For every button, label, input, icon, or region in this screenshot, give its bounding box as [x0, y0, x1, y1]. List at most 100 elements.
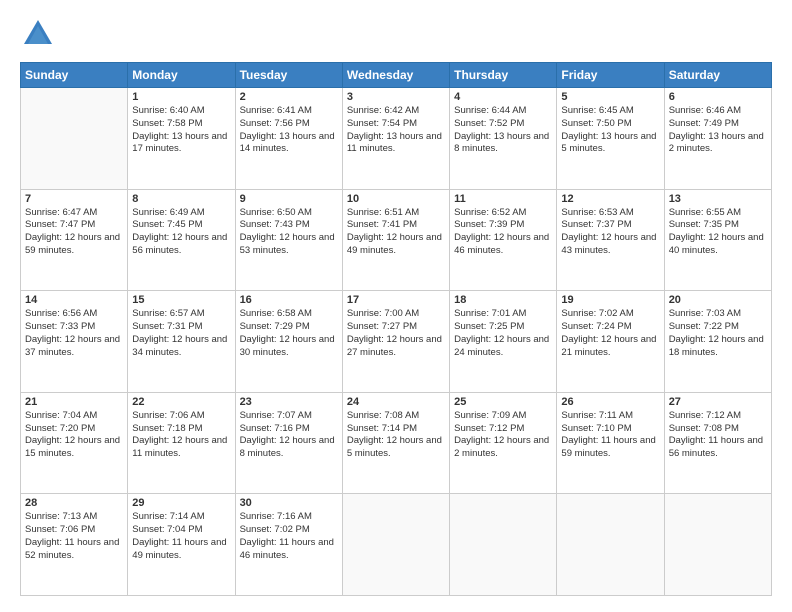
- week-row-0: 1 Sunrise: 6:40 AMSunset: 7:58 PMDaylight…: [21, 88, 772, 190]
- week-row-4: 28 Sunrise: 7:13 AMSunset: 7:06 PMDayligh…: [21, 494, 772, 596]
- day-number: 15: [132, 294, 230, 306]
- day-number: 1: [132, 91, 230, 103]
- day-info: Sunrise: 6:50 AMSunset: 7:43 PMDaylight:…: [240, 207, 338, 258]
- day-number: 26: [561, 396, 659, 408]
- day-cell: 9 Sunrise: 6:50 AMSunset: 7:43 PMDaylight…: [235, 189, 342, 291]
- day-info: Sunrise: 7:16 AMSunset: 7:02 PMDaylight:…: [240, 511, 338, 562]
- day-cell: [664, 494, 771, 596]
- day-number: 3: [347, 91, 445, 103]
- day-number: 18: [454, 294, 552, 306]
- day-cell: 14 Sunrise: 6:56 AMSunset: 7:33 PMDayligh…: [21, 291, 128, 393]
- week-row-1: 7Sunrise: 6:47 AMSunset: 7:47 PMDaylight…: [21, 189, 772, 291]
- day-cell: 25Sunrise: 7:09 AMSunset: 7:12 PMDayligh…: [450, 392, 557, 494]
- day-number: 30: [240, 497, 338, 509]
- day-cell: 17 Sunrise: 7:00 AMSunset: 7:27 PMDayligh…: [342, 291, 449, 393]
- header: [20, 16, 772, 52]
- day-number: 28: [25, 497, 123, 509]
- day-cell: 2 Sunrise: 6:41 AMSunset: 7:56 PMDaylight…: [235, 88, 342, 190]
- day-number: 17: [347, 294, 445, 306]
- header-wednesday: Wednesday: [342, 63, 449, 88]
- week-row-3: 21 Sunrise: 7:04 AMSunset: 7:20 PMDayligh…: [21, 392, 772, 494]
- day-number: 4: [454, 91, 552, 103]
- header-friday: Friday: [557, 63, 664, 88]
- day-cell: 28 Sunrise: 7:13 AMSunset: 7:06 PMDayligh…: [21, 494, 128, 596]
- day-number: 20: [669, 294, 767, 306]
- day-cell: 8 Sunrise: 6:49 AMSunset: 7:45 PMDaylight…: [128, 189, 235, 291]
- day-info: Sunrise: 6:57 AMSunset: 7:31 PMDaylight:…: [132, 308, 230, 359]
- day-cell: 18 Sunrise: 7:01 AMSunset: 7:25 PMDayligh…: [450, 291, 557, 393]
- day-cell: 6 Sunrise: 6:46 AMSunset: 7:49 PMDaylight…: [664, 88, 771, 190]
- day-number: 5: [561, 91, 659, 103]
- day-cell: 7Sunrise: 6:47 AMSunset: 7:47 PMDaylight…: [21, 189, 128, 291]
- day-number: 25: [454, 396, 552, 408]
- day-number: 13: [669, 193, 767, 205]
- day-cell: [21, 88, 128, 190]
- header-tuesday: Tuesday: [235, 63, 342, 88]
- day-cell: 12 Sunrise: 6:53 AMSunset: 7:37 PMDayligh…: [557, 189, 664, 291]
- day-info: Sunrise: 6:58 AMSunset: 7:29 PMDaylight:…: [240, 308, 338, 359]
- day-cell: 4 Sunrise: 6:44 AMSunset: 7:52 PMDaylight…: [450, 88, 557, 190]
- day-number: 10: [347, 193, 445, 205]
- day-cell: 19 Sunrise: 7:02 AMSunset: 7:24 PMDayligh…: [557, 291, 664, 393]
- day-number: 19: [561, 294, 659, 306]
- day-info: Sunrise: 7:04 AMSunset: 7:20 PMDaylight:…: [25, 410, 123, 461]
- day-number: 6: [669, 91, 767, 103]
- day-cell: [342, 494, 449, 596]
- day-cell: [557, 494, 664, 596]
- day-number: 27: [669, 396, 767, 408]
- header-thursday: Thursday: [450, 63, 557, 88]
- page: SundayMondayTuesdayWednesdayThursdayFrid…: [0, 0, 792, 612]
- day-info: Sunrise: 7:08 AMSunset: 7:14 PMDaylight:…: [347, 410, 445, 461]
- header-monday: Monday: [128, 63, 235, 88]
- day-info: Sunrise: 6:42 AMSunset: 7:54 PMDaylight:…: [347, 105, 445, 156]
- week-row-2: 14 Sunrise: 6:56 AMSunset: 7:33 PMDayligh…: [21, 291, 772, 393]
- day-info: Sunrise: 7:02 AMSunset: 7:24 PMDaylight:…: [561, 308, 659, 359]
- day-info: Sunrise: 6:41 AMSunset: 7:56 PMDaylight:…: [240, 105, 338, 156]
- day-cell: 20 Sunrise: 7:03 AMSunset: 7:22 PMDayligh…: [664, 291, 771, 393]
- day-number: 9: [240, 193, 338, 205]
- day-number: 11: [454, 193, 552, 205]
- day-info: Sunrise: 7:13 AMSunset: 7:06 PMDaylight:…: [25, 511, 123, 562]
- day-info: Sunrise: 7:14 AMSunset: 7:04 PMDaylight:…: [132, 511, 230, 562]
- day-cell: 29 Sunrise: 7:14 AMSunset: 7:04 PMDayligh…: [128, 494, 235, 596]
- day-cell: 1 Sunrise: 6:40 AMSunset: 7:58 PMDaylight…: [128, 88, 235, 190]
- day-cell: 13 Sunrise: 6:55 AMSunset: 7:35 PMDayligh…: [664, 189, 771, 291]
- day-info: Sunrise: 6:44 AMSunset: 7:52 PMDaylight:…: [454, 105, 552, 156]
- header-saturday: Saturday: [664, 63, 771, 88]
- day-info: Sunrise: 6:45 AMSunset: 7:50 PMDaylight:…: [561, 105, 659, 156]
- day-info: Sunrise: 7:00 AMSunset: 7:27 PMDaylight:…: [347, 308, 445, 359]
- day-cell: 22Sunrise: 7:06 AMSunset: 7:18 PMDayligh…: [128, 392, 235, 494]
- day-info: Sunrise: 6:53 AMSunset: 7:37 PMDaylight:…: [561, 207, 659, 258]
- day-number: 12: [561, 193, 659, 205]
- calendar: SundayMondayTuesdayWednesdayThursdayFrid…: [20, 62, 772, 596]
- day-number: 14: [25, 294, 123, 306]
- day-info: Sunrise: 7:11 AMSunset: 7:10 PMDaylight:…: [561, 410, 659, 461]
- day-info: Sunrise: 6:51 AMSunset: 7:41 PMDaylight:…: [347, 207, 445, 258]
- day-info: Sunrise: 6:49 AMSunset: 7:45 PMDaylight:…: [132, 207, 230, 258]
- day-number: 2: [240, 91, 338, 103]
- day-number: 21: [25, 396, 123, 408]
- logo-icon: [20, 16, 56, 52]
- day-info: Sunrise: 6:56 AMSunset: 7:33 PMDaylight:…: [25, 308, 123, 359]
- day-number: 8: [132, 193, 230, 205]
- day-cell: 15 Sunrise: 6:57 AMSunset: 7:31 PMDayligh…: [128, 291, 235, 393]
- day-info: Sunrise: 6:47 AMSunset: 7:47 PMDaylight:…: [25, 207, 123, 258]
- day-number: 24: [347, 396, 445, 408]
- day-cell: 24 Sunrise: 7:08 AMSunset: 7:14 PMDayligh…: [342, 392, 449, 494]
- day-cell: 11 Sunrise: 6:52 AMSunset: 7:39 PMDayligh…: [450, 189, 557, 291]
- day-cell: 5 Sunrise: 6:45 AMSunset: 7:50 PMDaylight…: [557, 88, 664, 190]
- day-info: Sunrise: 6:55 AMSunset: 7:35 PMDaylight:…: [669, 207, 767, 258]
- day-number: 29: [132, 497, 230, 509]
- day-info: Sunrise: 6:52 AMSunset: 7:39 PMDaylight:…: [454, 207, 552, 258]
- day-cell: [450, 494, 557, 596]
- day-cell: 27 Sunrise: 7:12 AMSunset: 7:08 PMDayligh…: [664, 392, 771, 494]
- day-cell: 21 Sunrise: 7:04 AMSunset: 7:20 PMDayligh…: [21, 392, 128, 494]
- day-info: Sunrise: 7:01 AMSunset: 7:25 PMDaylight:…: [454, 308, 552, 359]
- day-info: Sunrise: 7:03 AMSunset: 7:22 PMDaylight:…: [669, 308, 767, 359]
- day-info: Sunrise: 6:40 AMSunset: 7:58 PMDaylight:…: [132, 105, 230, 156]
- calendar-header-row: SundayMondayTuesdayWednesdayThursdayFrid…: [21, 63, 772, 88]
- day-info: Sunrise: 6:46 AMSunset: 7:49 PMDaylight:…: [669, 105, 767, 156]
- day-cell: 30 Sunrise: 7:16 AMSunset: 7:02 PMDayligh…: [235, 494, 342, 596]
- day-cell: 3 Sunrise: 6:42 AMSunset: 7:54 PMDaylight…: [342, 88, 449, 190]
- day-info: Sunrise: 7:12 AMSunset: 7:08 PMDaylight:…: [669, 410, 767, 461]
